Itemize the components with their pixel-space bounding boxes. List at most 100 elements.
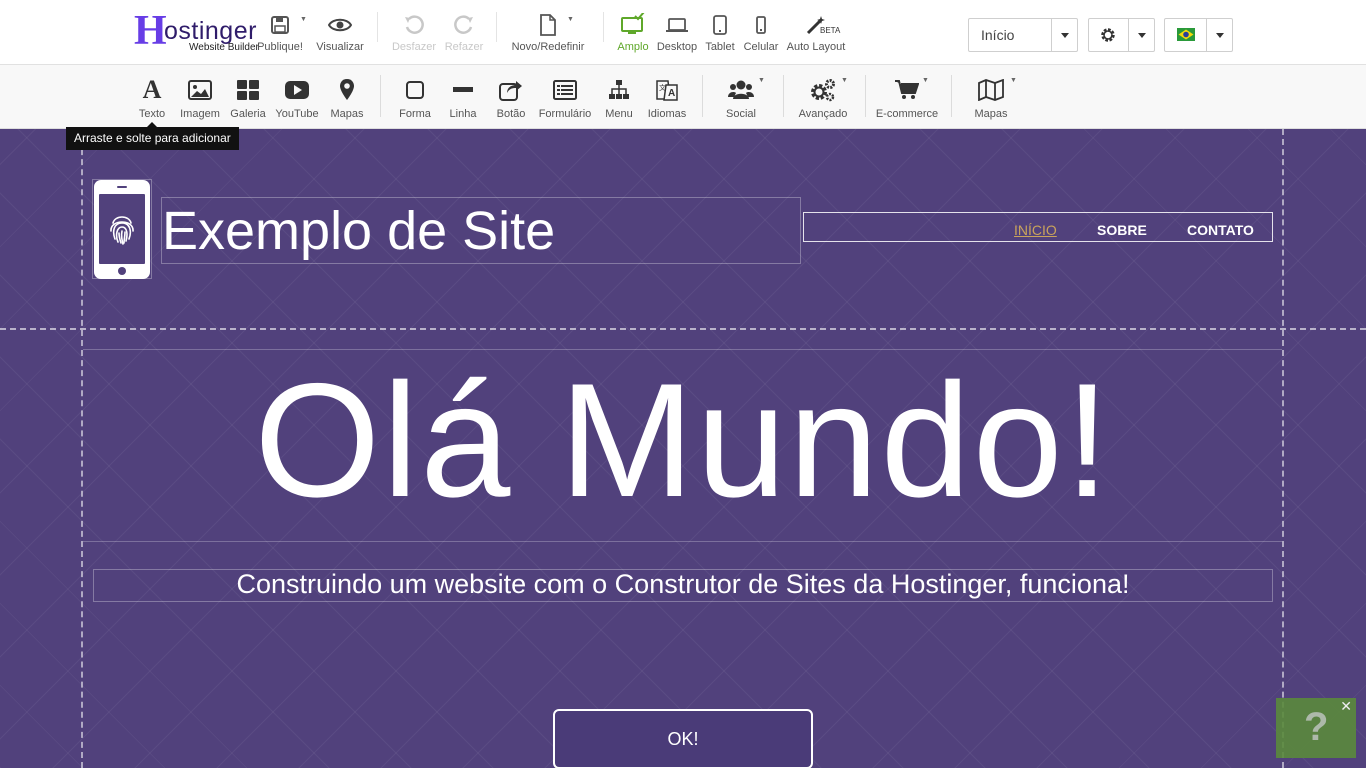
view-amplo-button[interactable]: Amplo: [614, 10, 652, 60]
chevron-down-icon: [1128, 19, 1154, 51]
hero-heading[interactable]: Olá Mundo!: [0, 351, 1366, 531]
tool-gallery[interactable]: Galeria: [226, 77, 270, 120]
view-desktop-button[interactable]: Desktop: [656, 10, 698, 60]
nav-item-inicio[interactable]: INÍCIO: [1014, 222, 1057, 238]
map-icon: [968, 77, 1014, 103]
tool-image[interactable]: Imagem: [178, 77, 222, 120]
image-icon: [178, 77, 222, 103]
divider: [377, 12, 378, 42]
chevron-down-icon: [1051, 19, 1077, 51]
view-tablet-button[interactable]: Tablet: [702, 10, 738, 60]
monitor-icon: [614, 10, 652, 40]
tool-ecommerce[interactable]: E-commerce ▼: [874, 77, 940, 120]
file-icon: [508, 10, 588, 40]
logo-tagline: Website Builder: [189, 42, 259, 53]
undo-icon: [390, 10, 438, 40]
tool-languages[interactable]: A文 Idiomas: [644, 77, 690, 120]
translate-icon: A文: [644, 77, 690, 103]
header-section-divider[interactable]: [0, 328, 1366, 330]
logo-mark: H: [134, 8, 167, 54]
drag-drop-tooltip: Arraste e solte para adicionar: [66, 127, 239, 150]
tool-maps[interactable]: Mapas: [326, 77, 368, 120]
divider: [380, 75, 381, 117]
subtitle-text: Construindo um website com o Construtor …: [236, 569, 1130, 599]
tool-social-label: Social: [726, 108, 756, 120]
gallery-icon: [226, 77, 270, 103]
close-icon[interactable]: ✕: [1340, 698, 1352, 715]
undo-button[interactable]: Desfazer: [390, 10, 438, 60]
tool-youtube[interactable]: YouTube: [274, 77, 320, 120]
form-icon: [537, 77, 593, 103]
new-reset-label: Novo/Redefinir: [511, 41, 585, 53]
editor-canvas[interactable]: Exemplo de Site INÍCIO SOBRE CONTATO Olá…: [0, 129, 1366, 768]
map-pin-icon: [326, 77, 368, 103]
laptop-icon: [656, 10, 698, 40]
view-tablet-label: Tablet: [705, 41, 735, 53]
nav-item-contato[interactable]: CONTATO: [1187, 222, 1254, 238]
language-dropdown[interactable]: [1164, 18, 1233, 52]
tool-menu-label: Menu: [605, 108, 633, 120]
caret-down-icon: ▼: [1010, 77, 1017, 84]
ok-button[interactable]: OK!: [553, 709, 813, 768]
divider: [603, 12, 604, 42]
brazil-flag-icon: [1177, 28, 1195, 46]
tool-youtube-label: YouTube: [275, 108, 319, 120]
divider: [865, 75, 866, 117]
divider: [496, 12, 497, 42]
question-icon: ?: [1304, 705, 1329, 749]
tool-maps-widget-label: Mapas: [974, 108, 1008, 120]
caret-down-icon: ▼: [567, 16, 574, 23]
nav-item-sobre[interactable]: SOBRE: [1097, 222, 1147, 238]
page-select-value: Início: [981, 27, 1015, 43]
tool-button-label: Botão: [496, 108, 526, 120]
text-icon: A: [142, 75, 162, 104]
top-bar: H ostinger Website Builder Publique! ▼ V…: [0, 0, 1366, 65]
tool-advanced[interactable]: Avançado ▼: [797, 77, 849, 120]
tool-maps-widget[interactable]: Mapas ▼: [968, 77, 1017, 120]
tool-languages-label: Idiomas: [647, 108, 687, 120]
site-title-box[interactable]: Exemplo de Site: [161, 197, 801, 264]
caret-down-icon: ▼: [841, 77, 848, 84]
new-reset-button[interactable]: Novo/Redefinir ▼: [508, 10, 588, 60]
line-icon: [441, 77, 485, 103]
publish-button[interactable]: Publique! ▼: [256, 10, 307, 60]
youtube-icon: [274, 77, 320, 103]
preview-label: Visualizar: [316, 41, 364, 53]
tool-form[interactable]: Formulário: [537, 77, 593, 120]
beta-badge: BETA: [820, 26, 841, 35]
hostinger-logo[interactable]: H ostinger Website Builder: [134, 10, 274, 54]
site-nav[interactable]: INÍCIO SOBRE CONTATO: [803, 212, 1273, 242]
preview-button[interactable]: Visualizar: [314, 10, 366, 60]
tablet-icon: [702, 10, 738, 40]
subtitle-box[interactable]: Construindo um website com o Construtor …: [93, 569, 1273, 602]
shape-icon: [393, 77, 437, 103]
view-auto-layout-button[interactable]: BETA Auto Layout: [784, 10, 848, 60]
tool-text-label: Texto: [138, 108, 166, 120]
sitemap-icon: [598, 77, 640, 103]
fingerprint-phone-icon: [94, 180, 150, 279]
tool-shape-label: Forma: [399, 108, 431, 120]
tool-menu[interactable]: Menu: [598, 77, 640, 120]
site-logo[interactable]: [92, 179, 152, 279]
publish-label: Publique!: [257, 41, 303, 53]
tool-advanced-label: Avançado: [798, 108, 848, 120]
tool-text[interactable]: A Texto: [130, 75, 174, 121]
page-select[interactable]: Início: [968, 18, 1078, 52]
section-line: [83, 541, 1282, 542]
tool-ecommerce-label: E-commerce: [875, 108, 939, 120]
view-auto-layout-label: Auto Layout: [786, 41, 846, 53]
tool-shape[interactable]: Forma: [393, 77, 437, 120]
tool-line[interactable]: Linha: [441, 77, 485, 120]
redo-button[interactable]: Refazer: [442, 10, 486, 60]
help-widget[interactable]: ? ✕: [1276, 698, 1356, 758]
gear-icon: [1099, 26, 1117, 49]
save-icon: [256, 10, 304, 40]
tool-form-label: Formulário: [538, 108, 592, 120]
view-phone-button[interactable]: Celular: [742, 10, 780, 60]
tool-maps-label: Mapas: [330, 108, 364, 120]
divider: [702, 75, 703, 117]
tool-button[interactable]: Botão: [489, 77, 533, 120]
tool-social[interactable]: Social ▼: [718, 77, 765, 120]
chevron-down-icon: [1206, 19, 1232, 51]
settings-dropdown[interactable]: [1088, 18, 1155, 52]
